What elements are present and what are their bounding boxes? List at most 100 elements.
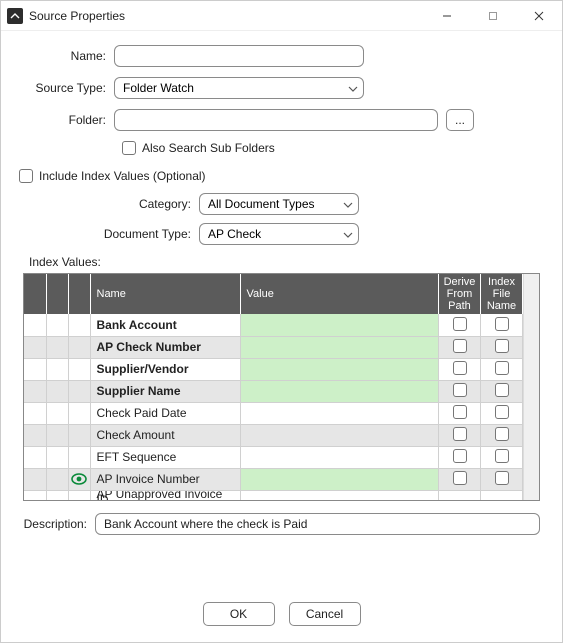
maximize-icon	[488, 11, 498, 21]
subfolders-checkbox[interactable]	[122, 141, 136, 155]
row-eye-cell	[68, 336, 90, 358]
index-file-checkbox[interactable]	[495, 339, 509, 353]
row-blank-cell	[24, 424, 46, 446]
derive-checkbox[interactable]	[453, 449, 467, 463]
include-index-row: Include Index Values (Optional)	[19, 169, 544, 183]
grid-table: Name Value Derive From Path Index File N…	[24, 274, 523, 500]
table-row[interactable]: EFT Sequence	[24, 446, 523, 468]
row-eye-cell[interactable]	[68, 468, 90, 490]
description-row: Description: Bank Account where the chec…	[23, 513, 540, 535]
row-value[interactable]	[240, 314, 439, 336]
row-blank-cell	[46, 490, 68, 500]
category-row: Category:	[19, 193, 544, 215]
row-value[interactable]	[240, 380, 439, 402]
derive-checkbox[interactable]	[453, 361, 467, 375]
doctype-select[interactable]	[199, 223, 359, 245]
table-row[interactable]: Check Amount	[24, 424, 523, 446]
row-value[interactable]	[240, 446, 439, 468]
row-name: AP Invoice Number	[90, 468, 240, 490]
row-index-cell	[481, 468, 523, 490]
close-icon	[534, 11, 544, 21]
browse-button[interactable]: ...	[446, 109, 474, 131]
derive-checkbox[interactable]	[453, 427, 467, 441]
row-eye-cell	[68, 358, 90, 380]
index-file-checkbox[interactable]	[495, 471, 509, 485]
subfolders-row: Also Search Sub Folders	[122, 141, 544, 155]
index-file-checkbox[interactable]	[495, 361, 509, 375]
eye-icon	[71, 473, 87, 485]
row-blank-cell	[24, 446, 46, 468]
row-blank-cell	[46, 358, 68, 380]
table-row[interactable]: Supplier/Vendor	[24, 358, 523, 380]
button-bar: OK Cancel	[1, 602, 562, 626]
row-blank-cell	[68, 490, 90, 500]
row-blank-cell	[24, 402, 46, 424]
index-file-checkbox[interactable]	[495, 449, 509, 463]
close-button[interactable]	[516, 1, 562, 31]
row-name: Supplier Name	[90, 380, 240, 402]
grid-header-name[interactable]: Name	[90, 274, 240, 314]
source-type-value[interactable]	[114, 77, 364, 99]
doctype-value[interactable]	[199, 223, 359, 245]
table-row[interactable]: AP Unapproved Invoice ID	[24, 490, 523, 500]
row-value[interactable]	[240, 358, 439, 380]
grid-header-row: Name Value Derive From Path Index File N…	[24, 274, 523, 314]
row-eye-cell	[68, 380, 90, 402]
include-index-checkbox[interactable]	[19, 169, 33, 183]
table-row[interactable]: AP Check Number	[24, 336, 523, 358]
row-blank-cell	[24, 490, 46, 500]
derive-checkbox[interactable]	[453, 405, 467, 419]
cancel-button[interactable]: Cancel	[289, 602, 361, 626]
row-value[interactable]	[240, 490, 439, 500]
row-derive-cell	[439, 358, 481, 380]
name-label: Name:	[19, 49, 114, 63]
row-name: Check Paid Date	[90, 402, 240, 424]
maximize-button[interactable]	[470, 1, 516, 31]
app-icon	[7, 8, 23, 24]
grid-header-derive[interactable]: Derive From Path	[439, 274, 481, 314]
folder-input[interactable]	[114, 109, 438, 131]
row-blank-cell	[24, 468, 46, 490]
row-value[interactable]	[240, 402, 439, 424]
category-select[interactable]	[199, 193, 359, 215]
row-index-cell	[481, 446, 523, 468]
row-name: AP Check Number	[90, 336, 240, 358]
source-type-label: Source Type:	[19, 81, 114, 95]
ok-button[interactable]: OK	[203, 602, 275, 626]
row-eye-cell	[68, 314, 90, 336]
row-blank-cell	[24, 358, 46, 380]
table-row[interactable]: Bank Account	[24, 314, 523, 336]
category-value[interactable]	[199, 193, 359, 215]
index-file-checkbox[interactable]	[495, 405, 509, 419]
table-row[interactable]: Supplier Name	[24, 380, 523, 402]
description-field[interactable]: Bank Account where the check is Paid	[95, 513, 540, 535]
derive-checkbox[interactable]	[453, 471, 467, 485]
row-value[interactable]	[240, 424, 439, 446]
source-type-select[interactable]	[114, 77, 364, 99]
grid-header-blank1	[24, 274, 46, 314]
derive-checkbox[interactable]	[453, 339, 467, 353]
row-blank-cell	[46, 446, 68, 468]
folder-row: Folder: ...	[19, 109, 544, 131]
derive-checkbox[interactable]	[453, 383, 467, 397]
minimize-button[interactable]	[424, 1, 470, 31]
row-index-cell	[481, 402, 523, 424]
grid-header-index[interactable]: Index File Name	[481, 274, 523, 314]
name-input[interactable]	[114, 45, 364, 67]
doctype-row: Document Type:	[19, 223, 544, 245]
row-value[interactable]	[240, 336, 439, 358]
table-row[interactable]: AP Invoice Number	[24, 468, 523, 490]
grid-header-value[interactable]: Value	[240, 274, 439, 314]
row-value[interactable]	[240, 468, 439, 490]
index-file-checkbox[interactable]	[495, 383, 509, 397]
row-blank-cell	[24, 336, 46, 358]
index-file-checkbox[interactable]	[495, 427, 509, 441]
row-blank-cell	[24, 314, 46, 336]
row-index-cell	[481, 314, 523, 336]
row-eye-cell	[68, 424, 90, 446]
table-row[interactable]: Check Paid Date	[24, 402, 523, 424]
grid-scrollbar[interactable]	[523, 274, 539, 500]
index-file-checkbox[interactable]	[495, 317, 509, 331]
row-index-cell	[481, 336, 523, 358]
derive-checkbox[interactable]	[453, 317, 467, 331]
